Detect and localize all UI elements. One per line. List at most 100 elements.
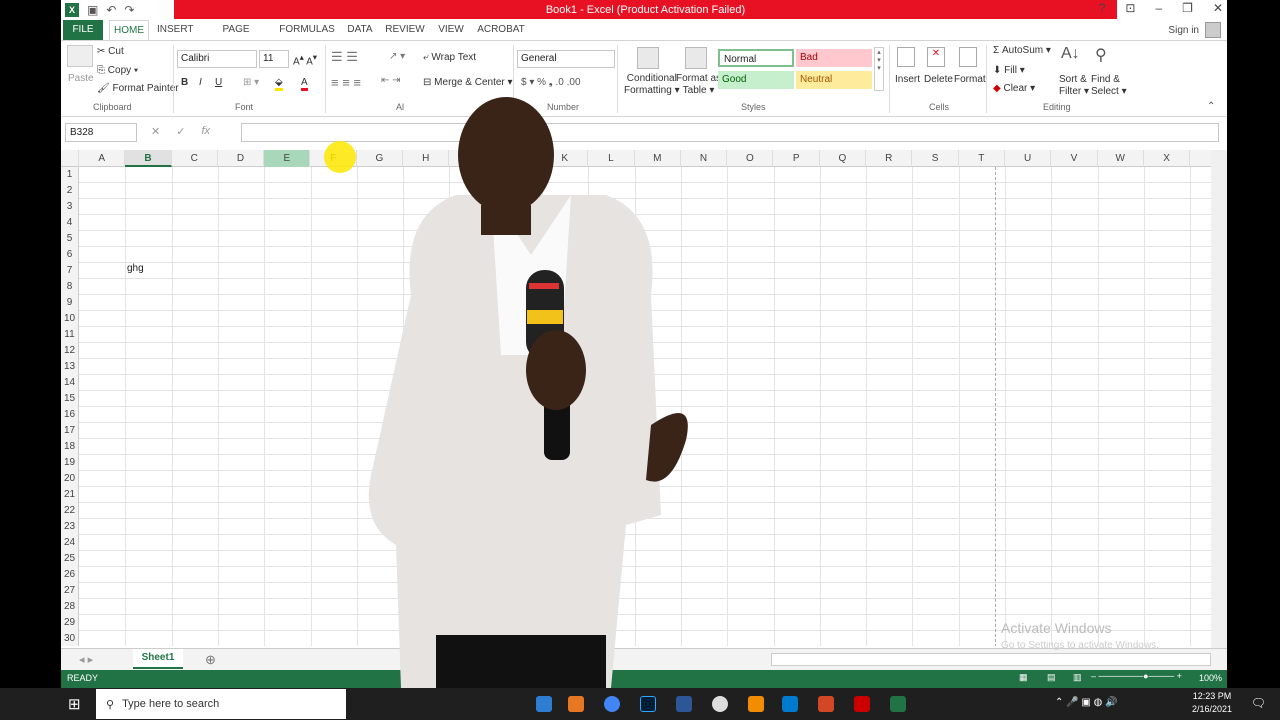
fill-button[interactable]: ⬇ Fill ▾: [993, 65, 1025, 76]
currency-icon[interactable]: $ ▾ % ❟ .0 .00: [521, 77, 581, 88]
fx-icon[interactable]: fx: [201, 125, 210, 138]
row-header-10[interactable]: 10: [61, 311, 79, 327]
tab-home[interactable]: HOME: [109, 20, 149, 40]
column-header-b[interactable]: B: [125, 150, 172, 167]
tab-insert[interactable]: INSERT: [157, 20, 194, 40]
page-layout-view-icon[interactable]: ▤: [1047, 672, 1056, 683]
prev-sheet-icon[interactable]: ◂ ▸: [79, 653, 93, 666]
save-icon[interactable]: ▣: [87, 3, 98, 17]
font-name-select[interactable]: Calibri: [177, 50, 257, 68]
font-size-select[interactable]: 11: [259, 50, 289, 68]
merge-center-button[interactable]: ⊟ Merge & Center ▾: [423, 77, 513, 88]
row-header-1[interactable]: 1: [61, 167, 79, 183]
help-icon[interactable]: ?: [1099, 1, 1106, 15]
fill-color-icon[interactable]: ⬙: [275, 77, 283, 91]
row-header-30[interactable]: 30: [61, 631, 79, 646]
column-header-x[interactable]: X: [1144, 150, 1191, 167]
style-neutral[interactable]: Neutral: [796, 71, 872, 89]
name-box[interactable]: B328: [65, 123, 137, 142]
vertical-scrollbar[interactable]: [1211, 150, 1227, 648]
recorder-icon[interactable]: [854, 696, 870, 712]
restore-icon[interactable]: ❐: [1182, 1, 1193, 15]
tray-icons[interactable]: ⌃ 🎤 ▣ ◍ 🔊: [1055, 697, 1118, 708]
system-clock[interactable]: 12:23 PM 2/16/2021: [1192, 690, 1232, 716]
ribbon-display-icon[interactable]: ⊡: [1125, 1, 1135, 15]
autosum-button[interactable]: Σ AutoSum ▾: [993, 45, 1051, 56]
style-good[interactable]: Good: [718, 71, 794, 89]
page-break-view-icon[interactable]: ▥: [1073, 672, 1082, 683]
row-header-8[interactable]: 8: [61, 279, 79, 295]
xampp-icon[interactable]: [568, 696, 584, 712]
tab-data[interactable]: DATA: [345, 20, 375, 40]
delete-button[interactable]: Delete: [924, 74, 953, 85]
redo-icon[interactable]: ↷: [124, 3, 134, 17]
add-sheet-icon[interactable]: ⊕: [205, 652, 216, 668]
row-header-28[interactable]: 28: [61, 599, 79, 615]
enter-icon[interactable]: ✓: [176, 125, 185, 138]
row-header-5[interactable]: 5: [61, 231, 79, 247]
clear-button[interactable]: ◆ Clear ▾: [993, 83, 1035, 94]
column-header-o[interactable]: O: [727, 150, 774, 167]
tab-file[interactable]: FILE: [63, 20, 103, 40]
windows-start-icon[interactable]: ⊞: [68, 695, 81, 713]
conditional-formatting-button[interactable]: Conditional Formatting ▾: [624, 73, 680, 97]
row-header-12[interactable]: 12: [61, 343, 79, 359]
copy-button[interactable]: ⎘ Copy ▾: [97, 65, 138, 76]
tab-view[interactable]: VIEW: [435, 20, 467, 40]
row-header-27[interactable]: 27: [61, 583, 79, 599]
vlc-icon[interactable]: [748, 696, 764, 712]
signin-link[interactable]: Sign in: [1168, 25, 1199, 36]
row-header-9[interactable]: 9: [61, 295, 79, 311]
wrap-text-button[interactable]: ⤶ Wrap Text: [423, 52, 476, 63]
close-icon[interactable]: ✕: [1213, 1, 1223, 15]
row-header-4[interactable]: 4: [61, 215, 79, 231]
row-header-23[interactable]: 23: [61, 519, 79, 535]
indent-icon[interactable]: ⇤ ⇥: [381, 75, 401, 86]
column-header-c[interactable]: C: [172, 150, 218, 167]
tab-formulas[interactable]: FORMULAS: [279, 20, 335, 40]
avatar[interactable]: [1205, 22, 1221, 38]
orientation-icon[interactable]: ↗ ▾: [389, 51, 405, 62]
horizontal-scrollbar[interactable]: [771, 653, 1211, 666]
row-header-11[interactable]: 11: [61, 327, 79, 343]
mail-icon[interactable]: [536, 696, 552, 712]
row-header-14[interactable]: 14: [61, 375, 79, 391]
cell-b7[interactable]: ghg: [127, 263, 144, 274]
cut-button[interactable]: ✂ Cut: [97, 46, 124, 57]
align-left-icon[interactable]: ≡ ≡ ≡: [331, 75, 361, 90]
disc-icon[interactable]: [712, 696, 728, 712]
visio-icon[interactable]: [676, 696, 692, 712]
underline-button[interactable]: U: [215, 77, 222, 88]
style-normal[interactable]: Normal: [718, 49, 794, 67]
vscode-icon[interactable]: [782, 696, 798, 712]
column-header-u[interactable]: U: [1005, 150, 1052, 167]
align-top-icon[interactable]: ☰ ☰: [331, 49, 358, 65]
powerpoint-icon[interactable]: [818, 696, 834, 712]
column-header-d[interactable]: D: [218, 150, 265, 167]
row-header-3[interactable]: 3: [61, 199, 79, 215]
row-header-21[interactable]: 21: [61, 487, 79, 503]
font-grow-icon[interactable]: A▴ A▾: [293, 52, 317, 67]
excel-taskbar-icon[interactable]: [890, 696, 906, 712]
column-header-t[interactable]: T: [959, 150, 1005, 167]
taskbar-search[interactable]: ⚲ Type here to search: [96, 689, 346, 719]
row-header-6[interactable]: 6: [61, 247, 79, 263]
minimize-icon[interactable]: –: [1155, 1, 1162, 15]
column-header-v[interactable]: V: [1051, 150, 1098, 167]
photoshop-icon[interactable]: [640, 696, 656, 712]
collapse-ribbon-icon[interactable]: ⌃: [1207, 101, 1215, 112]
insert-button[interactable]: Insert: [895, 74, 920, 85]
format-as-table-button[interactable]: Format as Table ▾: [676, 73, 721, 97]
row-header-24[interactable]: 24: [61, 535, 79, 551]
cancel-icon[interactable]: ✕: [151, 125, 160, 138]
row-header-15[interactable]: 15: [61, 391, 79, 407]
paste-button[interactable]: Paste: [68, 73, 94, 84]
column-header-q[interactable]: Q: [820, 150, 867, 167]
style-bad[interactable]: Bad: [796, 49, 872, 67]
row-header-16[interactable]: 16: [61, 407, 79, 423]
notifications-icon[interactable]: 🗨: [1251, 696, 1266, 710]
bold-button[interactable]: B: [181, 77, 188, 88]
sort-filter-button[interactable]: Sort & Filter ▾: [1059, 74, 1089, 98]
select-all-corner[interactable]: [61, 150, 79, 167]
row-header-2[interactable]: 2: [61, 183, 79, 199]
